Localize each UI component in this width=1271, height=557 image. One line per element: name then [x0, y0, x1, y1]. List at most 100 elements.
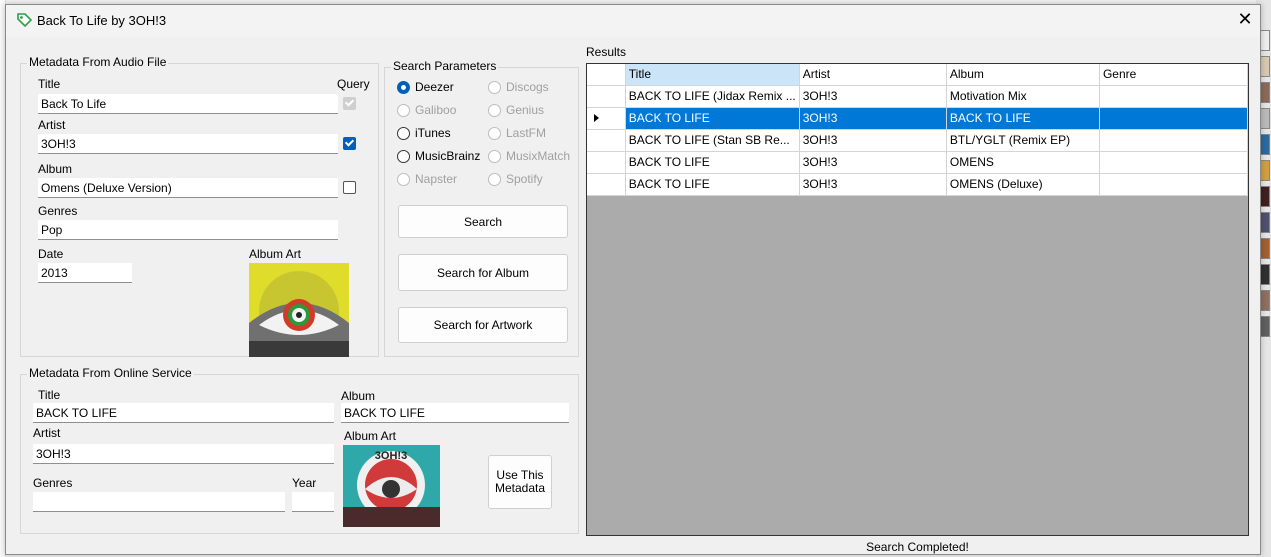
cell-artist[interactable]: 3OH!3: [799, 151, 947, 174]
album-query-checkbox[interactable]: [343, 181, 356, 194]
results-table: Title Artist Album Genre BACK TO LIFE (J…: [587, 64, 1249, 196]
radio-galiboo[interactable]: Galiboo: [397, 102, 456, 118]
results-grid[interactable]: Title Artist Album Genre BACK TO LIFE (J…: [586, 63, 1249, 536]
cell-artist[interactable]: 3OH!3: [799, 173, 947, 196]
cell-album[interactable]: Motivation Mix: [946, 85, 1100, 108]
online-artist-field[interactable]: [33, 444, 334, 464]
radio-button: [397, 149, 410, 163]
radio-button: [488, 172, 501, 186]
cell-title[interactable]: BACK TO LIFE: [625, 173, 800, 196]
radio-label: Napster: [415, 172, 458, 186]
table-row[interactable]: BACK TO LIFE 3OH!3 OMENS (Deluxe): [587, 173, 1249, 196]
table-row[interactable]: BACK TO LIFE (Jidax Remix ... 3OH!3 Moti…: [587, 85, 1249, 108]
table-row[interactable]: BACK TO LIFE (Stan SB Re... 3OH!3 BTL/YG…: [587, 129, 1249, 152]
table-row-selected[interactable]: BACK TO LIFE 3OH!3 BACK TO LIFE: [587, 107, 1249, 130]
radio-label: MusicBrainz: [415, 149, 481, 163]
cell-genre[interactable]: [1099, 107, 1249, 130]
title-query-checkbox[interactable]: [343, 97, 356, 110]
column-header-genre[interactable]: Genre: [1099, 64, 1249, 86]
radio-button: [397, 126, 410, 140]
current-row-arrow-icon: [594, 114, 599, 122]
radio-lastfm[interactable]: LastFM: [488, 125, 546, 141]
cell-title[interactable]: BACK TO LIFE: [625, 107, 800, 130]
close-button[interactable]: ✕: [1230, 5, 1260, 35]
radio-label: Deezer: [415, 80, 454, 94]
audio-album-label: Album: [38, 162, 73, 176]
row-header[interactable]: [587, 173, 626, 196]
cell-genre[interactable]: [1099, 85, 1249, 108]
audio-artist-field[interactable]: [38, 134, 338, 154]
online-year-label: Year: [292, 476, 317, 490]
row-header-corner: [587, 64, 626, 86]
cell-genre[interactable]: [1099, 129, 1249, 152]
table-row[interactable]: BACK TO LIFE 3OH!3 OMENS: [587, 151, 1249, 174]
row-header[interactable]: [587, 107, 626, 130]
row-header[interactable]: [587, 85, 626, 108]
online-artist-label: Artist: [33, 426, 61, 440]
online-year-field[interactable]: [292, 492, 334, 512]
cell-album[interactable]: BTL/YGLT (Remix EP): [946, 129, 1100, 152]
radio-button: [397, 172, 410, 186]
audio-date-field[interactable]: [38, 263, 132, 283]
radio-label: LastFM: [506, 126, 547, 140]
radio-napster[interactable]: Napster: [397, 171, 457, 187]
online-service-group-label: Metadata From Online Service: [27, 366, 194, 380]
cell-artist[interactable]: 3OH!3: [799, 107, 947, 130]
row-header[interactable]: [587, 129, 626, 152]
audio-title-label: Title: [38, 77, 61, 91]
window-title: Back To Life by 3OH!3: [37, 13, 167, 28]
cell-album[interactable]: OMENS: [946, 151, 1100, 174]
online-title-label: Title: [38, 388, 61, 402]
search-button[interactable]: Search: [398, 205, 568, 238]
cell-album[interactable]: BACK TO LIFE: [946, 107, 1100, 130]
results-header-row: Title Artist Album Genre: [587, 64, 1249, 86]
radio-musicbrainz[interactable]: MusicBrainz: [397, 148, 480, 164]
online-album-label: Album: [341, 389, 376, 403]
online-genres-field[interactable]: [33, 492, 285, 512]
search-for-album-button[interactable]: Search for Album: [398, 254, 568, 291]
cell-title[interactable]: BACK TO LIFE (Jidax Remix ...: [625, 85, 800, 108]
radio-spotify[interactable]: Spotify: [488, 171, 543, 187]
radio-label: Galiboo: [415, 103, 457, 117]
online-album-art-image: 3OH!3: [343, 445, 440, 527]
artist-query-checkbox[interactable]: [343, 137, 356, 150]
title-bar: Back To Life by 3OH!3 ✕: [6, 5, 1260, 37]
cell-album[interactable]: OMENS (Deluxe): [946, 173, 1100, 196]
cell-title[interactable]: BACK TO LIFE: [625, 151, 800, 174]
audio-file-group-label: Metadata From Audio File: [27, 55, 169, 69]
search-params-group-label: Search Parameters: [391, 59, 499, 73]
cell-title[interactable]: BACK TO LIFE (Stan SB Re...: [625, 129, 800, 152]
use-this-metadata-button[interactable]: Use This Metadata: [488, 455, 552, 509]
search-for-artwork-button[interactable]: Search for Artwork: [398, 307, 568, 343]
column-header-title[interactable]: Title: [625, 64, 800, 86]
row-header[interactable]: [587, 151, 626, 174]
online-genres-label: Genres: [33, 476, 73, 490]
audio-genres-field[interactable]: [38, 220, 338, 240]
radio-button: [488, 80, 501, 94]
radio-itunes[interactable]: iTunes: [397, 125, 451, 141]
audio-album-field[interactable]: [38, 178, 338, 198]
radio-genius[interactable]: Genius: [488, 102, 544, 118]
cell-genre[interactable]: [1099, 173, 1249, 196]
button-label-line-2: Metadata: [494, 481, 546, 495]
online-title-field[interactable]: [33, 403, 334, 423]
radio-deezer[interactable]: Deezer: [397, 79, 454, 95]
online-album-art-label: Album Art: [344, 429, 397, 443]
radio-label: iTunes: [415, 126, 451, 140]
audio-date-label: Date: [38, 247, 64, 261]
audio-genres-label: Genres: [38, 204, 78, 218]
column-header-album[interactable]: Album: [946, 64, 1100, 86]
cell-artist[interactable]: 3OH!3: [799, 85, 947, 108]
status-text: Search Completed!: [866, 540, 969, 554]
radio-button: [488, 103, 501, 117]
column-header-artist[interactable]: Artist: [799, 64, 947, 86]
audio-album-art-label: Album Art: [249, 247, 302, 261]
online-album-field[interactable]: [341, 403, 569, 423]
cell-artist[interactable]: 3OH!3: [799, 129, 947, 152]
audio-title-field[interactable]: [38, 94, 338, 114]
radio-discogs[interactable]: Discogs: [488, 79, 549, 95]
cell-genre[interactable]: [1099, 151, 1249, 174]
radio-musixmatch[interactable]: MusixMatch: [488, 148, 570, 164]
radio-button: [488, 126, 501, 140]
metadata-dialog: Back To Life by 3OH!3 ✕ Metadata From Au…: [5, 4, 1261, 555]
